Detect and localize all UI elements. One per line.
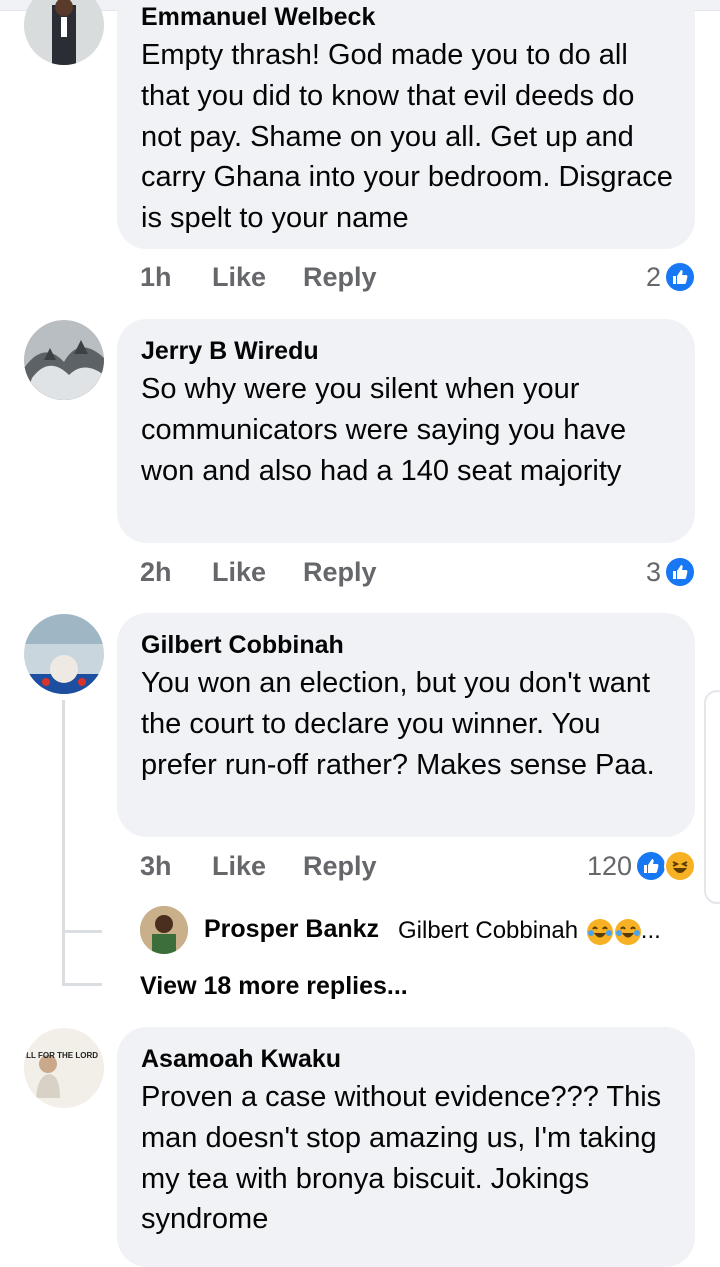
reaction-summary[interactable]: 3	[646, 555, 696, 589]
comment-author[interactable]: Asamoah Kwaku	[141, 1045, 341, 1074]
avatar-jerry[interactable]	[24, 320, 104, 400]
comment-time[interactable]: 2h	[140, 557, 172, 588]
comment-text: Empty thrash! God made you to do all tha…	[141, 39, 673, 235]
avatar-emmanuel[interactable]	[24, 0, 104, 65]
comment-bubble: Asamoah Kwaku Proven a case without evid…	[117, 1027, 695, 1267]
comment-bubble: Jerry B Wiredu So why were you silent wh…	[117, 319, 695, 543]
reaction-summary[interactable]: 2	[646, 260, 696, 294]
thread-line	[62, 700, 65, 985]
side-panel-edge	[704, 690, 720, 904]
reply-snippet-text: Gilbert Cobbinah	[398, 917, 579, 944]
comment-author[interactable]: Gilbert Cobbinah	[141, 631, 344, 660]
like-icon	[635, 850, 667, 882]
thread-line	[62, 983, 102, 986]
tears-of-joy-icon	[586, 918, 613, 945]
reply-button[interactable]: Reply	[303, 851, 377, 882]
reply-author[interactable]: Prosper Bankz	[204, 915, 379, 944]
avatar-caption: NO PRAYER IS TOO SMALL FOR THE LORD	[24, 1051, 98, 1060]
reply-preview[interactable]: Prosper Bankz Gilbert Cobbinah ...	[140, 906, 700, 956]
avatar-asamoah[interactable]: NO PRAYER IS TOO SMALL FOR THE LORD	[24, 1028, 104, 1108]
avatar-gilbert[interactable]	[24, 614, 104, 694]
comment-time[interactable]: 1h	[140, 262, 172, 293]
avatar-prosper[interactable]	[140, 906, 188, 954]
reaction-count: 2	[645, 261, 661, 292]
comment-text: So why were you silent when your communi…	[141, 373, 627, 487]
reaction-count: 3	[645, 556, 661, 587]
comment-time[interactable]: 3h	[140, 851, 172, 882]
reply-snippet: Gilbert Cobbinah ...	[398, 917, 661, 945]
reply-button[interactable]: Reply	[303, 262, 377, 293]
comment-author[interactable]: Emmanuel Welbeck	[141, 3, 375, 32]
view-more-replies-link[interactable]: View 18 more replies...	[140, 972, 408, 1001]
like-button[interactable]: Like	[212, 262, 266, 293]
haha-icon	[664, 850, 696, 882]
comment-bubble: Emmanuel Welbeck Empty thrash! God made …	[117, 0, 695, 249]
like-icon	[664, 261, 696, 293]
reply-snippet-ellipsis: ...	[640, 917, 661, 944]
reaction-count: 120	[586, 850, 632, 881]
comment-text: You won an election, but you don't want …	[141, 667, 655, 781]
comment-author[interactable]: Jerry B Wiredu	[141, 337, 319, 366]
like-button[interactable]: Like	[212, 851, 266, 882]
reaction-summary[interactable]: 120	[587, 849, 696, 883]
like-button[interactable]: Like	[212, 557, 266, 588]
comment-bubble: Gilbert Cobbinah You won an election, bu…	[117, 613, 695, 837]
comment-text: Proven a case without evidence??? This m…	[141, 1081, 662, 1236]
reply-button[interactable]: Reply	[303, 557, 377, 588]
like-icon	[664, 556, 696, 588]
tears-of-joy-icon	[614, 918, 641, 945]
thread-line	[62, 930, 102, 933]
